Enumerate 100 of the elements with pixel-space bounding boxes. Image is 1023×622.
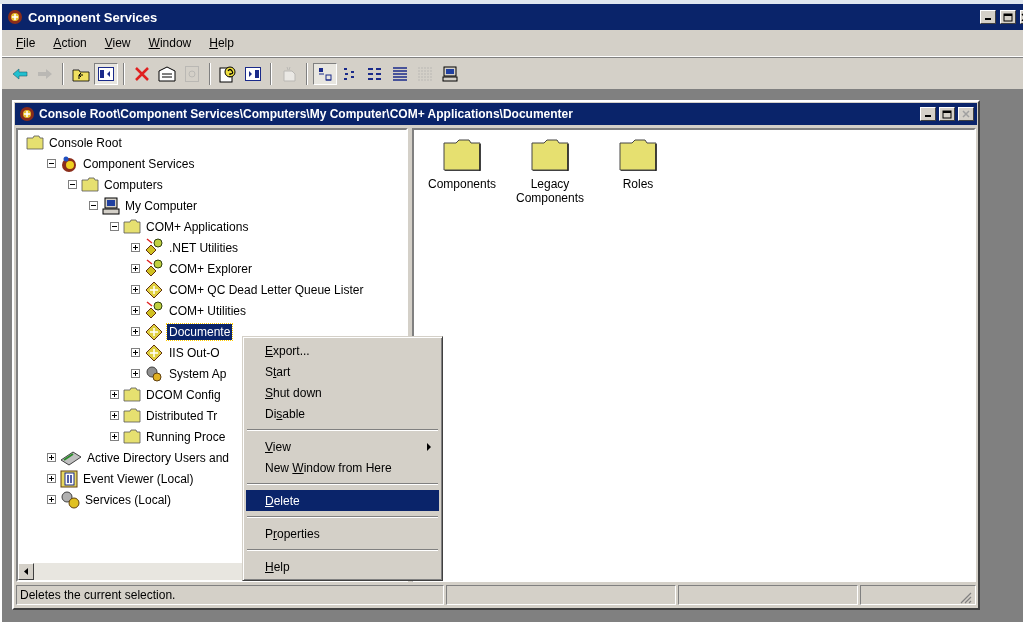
plus-icon <box>133 287 138 292</box>
menu-item[interactable]: Help <box>246 556 439 577</box>
plus-icon <box>133 371 138 376</box>
minimize-button[interactable] <box>920 107 936 121</box>
plus-icon <box>133 308 138 313</box>
maximize-button[interactable] <box>939 107 955 121</box>
resize-grip-icon[interactable] <box>960 592 972 604</box>
expand-toggle[interactable] <box>110 390 119 399</box>
tree-item[interactable]: Active Directory Users and <box>85 449 232 466</box>
folder-icon <box>26 135 44 150</box>
tree-item[interactable]: .NET Utilities <box>167 239 241 256</box>
collapse-toggle[interactable] <box>68 180 77 189</box>
status-text: Deletes the current selection. <box>16 585 444 605</box>
tree-item[interactable]: Computers <box>102 176 165 193</box>
plus-icon <box>133 329 138 334</box>
tree-item[interactable]: Services (Local) <box>83 491 174 508</box>
folder-icon <box>123 219 141 234</box>
maximize-icon <box>942 109 952 119</box>
folder-icon <box>123 429 141 444</box>
event-log-icon <box>60 469 78 488</box>
gears-icon <box>60 490 80 509</box>
expand-toggle[interactable] <box>131 327 140 336</box>
expand-toggle[interactable] <box>131 348 140 357</box>
forward-arrow-icon <box>37 68 53 80</box>
delete-icon <box>134 66 150 82</box>
menu-item[interactable]: Action <box>45 34 95 52</box>
submenu-arrow-icon <box>427 442 431 451</box>
tree-item[interactable]: Running Proce <box>144 428 228 445</box>
expand-toggle[interactable] <box>47 495 56 504</box>
minus-icon <box>70 184 75 185</box>
collapse-toggle[interactable] <box>47 159 56 168</box>
application-icon <box>144 322 164 341</box>
collapse-toggle[interactable] <box>89 201 98 210</box>
close-icon <box>962 110 970 118</box>
gears-application-icon <box>144 364 164 383</box>
component-services-icon <box>6 8 24 26</box>
tree-item[interactable]: System Ap <box>167 365 229 382</box>
computer-icon <box>442 66 458 82</box>
menu-item[interactable]: File <box>8 34 44 52</box>
tree-item[interactable]: Component Services <box>81 155 197 172</box>
plus-icon <box>49 497 54 502</box>
toolbar-button[interactable] <box>94 63 118 85</box>
running-application-icon <box>144 301 164 320</box>
tree-item[interactable]: COM+ Utilities <box>167 302 248 319</box>
menu-item[interactable]: Disable <box>246 403 439 424</box>
plus-icon <box>112 392 117 397</box>
tree-item[interactable]: COM+ Explorer <box>167 260 255 277</box>
expand-toggle[interactable] <box>47 453 56 462</box>
menu-item[interactable]: Shut down <box>246 382 439 403</box>
scroll-left-button[interactable] <box>18 563 34 580</box>
folder-label[interactable]: Components <box>422 177 502 191</box>
minus-icon <box>91 205 96 206</box>
folder-icon <box>123 408 141 423</box>
maximize-button[interactable] <box>1000 10 1016 24</box>
tree-item[interactable]: Console Root <box>47 134 124 151</box>
menu-item[interactable]: Delete <box>246 490 439 511</box>
menu-item[interactable]: Start <box>246 361 439 382</box>
folder-label[interactable]: Legacy Components <box>510 177 590 205</box>
tree-item[interactable]: DCOM Config <box>144 386 223 403</box>
tree-item[interactable]: Documente <box>167 323 233 340</box>
expand-toggle[interactable] <box>131 306 140 315</box>
folder-label[interactable]: Roles <box>598 177 678 191</box>
folder-icon <box>443 138 481 171</box>
tree-item[interactable]: My Computer <box>123 197 200 214</box>
menu-item[interactable]: New Window from Here <box>246 457 439 478</box>
expand-toggle[interactable] <box>131 243 140 252</box>
close-button[interactable] <box>958 107 974 121</box>
tree-item[interactable]: COM+ Applications <box>144 218 251 235</box>
left-arrow-icon <box>24 568 28 575</box>
menu-item[interactable]: View <box>246 436 439 457</box>
plus-icon <box>133 350 138 355</box>
menu-item[interactable]: Help <box>201 34 242 52</box>
plus-icon <box>49 455 54 460</box>
expand-toggle[interactable] <box>47 474 56 483</box>
menu-item[interactable]: Properties <box>246 523 439 544</box>
maximize-icon <box>1003 12 1013 22</box>
expand-toggle[interactable] <box>110 432 119 441</box>
collapse-toggle[interactable] <box>110 222 119 231</box>
expand-toggle[interactable] <box>131 264 140 273</box>
console-tree-icon <box>98 67 114 81</box>
menu-item[interactable]: View <box>96 34 139 52</box>
menu-item[interactable]: Export... <box>246 340 439 361</box>
plus-icon <box>49 476 54 481</box>
minimize-button[interactable] <box>980 10 996 24</box>
list-view-icon <box>367 67 383 81</box>
tree-item[interactable]: COM+ QC Dead Letter Queue Lister <box>167 281 366 298</box>
details-view-icon <box>392 67 408 81</box>
tree-item[interactable]: Event Viewer (Local) <box>81 470 196 487</box>
toolbar-button[interactable] <box>313 63 337 85</box>
up-folder-icon <box>72 66 90 82</box>
computer-icon <box>102 196 120 215</box>
expand-toggle[interactable] <box>110 411 119 420</box>
folder-icon <box>619 138 657 171</box>
expand-toggle[interactable] <box>131 369 140 378</box>
tree-item[interactable]: IIS Out-O <box>167 344 222 361</box>
plus-icon <box>112 434 117 439</box>
menu-item[interactable]: Window <box>140 34 200 52</box>
expand-toggle[interactable] <box>131 285 140 294</box>
folder-icon <box>531 138 569 171</box>
tree-item[interactable]: Distributed Tr <box>144 407 220 424</box>
